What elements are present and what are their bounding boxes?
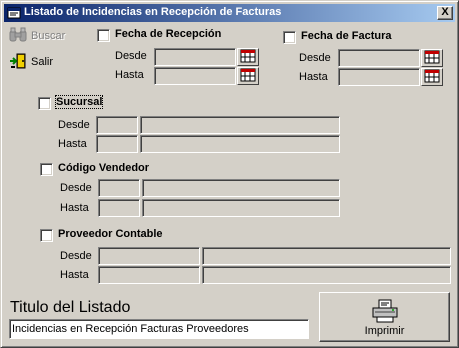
binoculars-icon (9, 27, 27, 46)
imprimir-label: Imprimir (364, 325, 405, 337)
calendar-icon (424, 50, 440, 67)
calendar-icon (240, 68, 256, 85)
codigo-vendedor-hasta-code-field[interactable] (98, 199, 140, 217)
printer-icon (371, 299, 399, 323)
proveedor-contable-desde-label: Desde (60, 250, 92, 262)
fecha-recepcion-hasta-calendar-button[interactable] (237, 67, 259, 85)
fecha-recepcion-desde-calendar-button[interactable] (237, 48, 259, 66)
sucursal-hasta-name-field[interactable] (140, 135, 340, 153)
fecha-factura-desde-field[interactable] (338, 49, 420, 67)
title-bar: Listado de Incidencias en Recepción de F… (4, 4, 455, 22)
dialog-window: Listado de Incidencias en Recepción de F… (0, 0, 459, 348)
proveedor-contable-desde-code-field[interactable] (98, 247, 200, 265)
titulo-listado-input[interactable]: Incidencias en Recepción Facturas Provee… (9, 319, 309, 339)
sucursal-label: Sucursal (54, 95, 104, 109)
close-button[interactable]: X (437, 6, 453, 20)
titulo-listado-label: Titulo del Listado (10, 299, 131, 316)
fecha-recepcion-desde-label: Desde (115, 50, 147, 62)
sucursal-checkbox[interactable] (38, 97, 51, 110)
proveedor-contable-hasta-code-field[interactable] (98, 266, 200, 284)
fecha-recepcion-hasta-label: Hasta (115, 69, 144, 81)
sucursal-hasta-label: Hasta (58, 138, 87, 150)
fecha-recepcion-label: Fecha de Recepción (115, 28, 222, 40)
fecha-recepcion-desde-field[interactable] (154, 48, 236, 66)
proveedor-contable-desde-name-field[interactable] (202, 247, 451, 265)
proveedor-contable-hasta-name-field[interactable] (202, 266, 451, 284)
calendar-icon (240, 49, 256, 66)
proveedor-contable-checkbox[interactable] (40, 229, 53, 242)
fecha-factura-desde-label: Desde (299, 52, 331, 64)
imprimir-button[interactable]: Imprimir (319, 292, 450, 342)
fecha-factura-checkbox[interactable] (283, 31, 296, 44)
buscar-button[interactable]: Buscar (9, 25, 81, 47)
window-title: Listado de Incidencias en Recepción de F… (24, 6, 282, 18)
sucursal-desde-name-field[interactable] (140, 116, 340, 134)
form-icon (7, 6, 21, 20)
sucursal-hasta-code-field[interactable] (96, 135, 138, 153)
fecha-recepcion-checkbox[interactable] (97, 29, 110, 42)
proveedor-contable-label: Proveedor Contable (58, 228, 163, 240)
fecha-factura-hasta-calendar-button[interactable] (421, 68, 443, 86)
sucursal-desde-code-field[interactable] (96, 116, 138, 134)
fecha-factura-hasta-label: Hasta (299, 71, 328, 83)
fecha-factura-label: Fecha de Factura (301, 30, 392, 42)
codigo-vendedor-hasta-label: Hasta (60, 202, 89, 214)
codigo-vendedor-hasta-name-field[interactable] (142, 199, 340, 217)
codigo-vendedor-checkbox[interactable] (40, 163, 53, 176)
salir-button[interactable]: Salir (9, 51, 81, 73)
fecha-factura-hasta-field[interactable] (338, 68, 420, 86)
fecha-factura-desde-calendar-button[interactable] (421, 49, 443, 67)
buscar-label: Buscar (31, 30, 66, 42)
exit-door-icon (9, 52, 27, 73)
calendar-icon (424, 69, 440, 86)
salir-label: Salir (31, 56, 54, 68)
codigo-vendedor-label: Código Vendedor (58, 162, 150, 174)
fecha-recepcion-hasta-field[interactable] (154, 67, 236, 85)
proveedor-contable-hasta-label: Hasta (60, 269, 89, 281)
close-icon: X (441, 6, 449, 18)
codigo-vendedor-desde-name-field[interactable] (142, 179, 340, 197)
sucursal-desde-label: Desde (58, 119, 90, 131)
codigo-vendedor-desde-code-field[interactable] (98, 179, 140, 197)
codigo-vendedor-desde-label: Desde (60, 182, 92, 194)
